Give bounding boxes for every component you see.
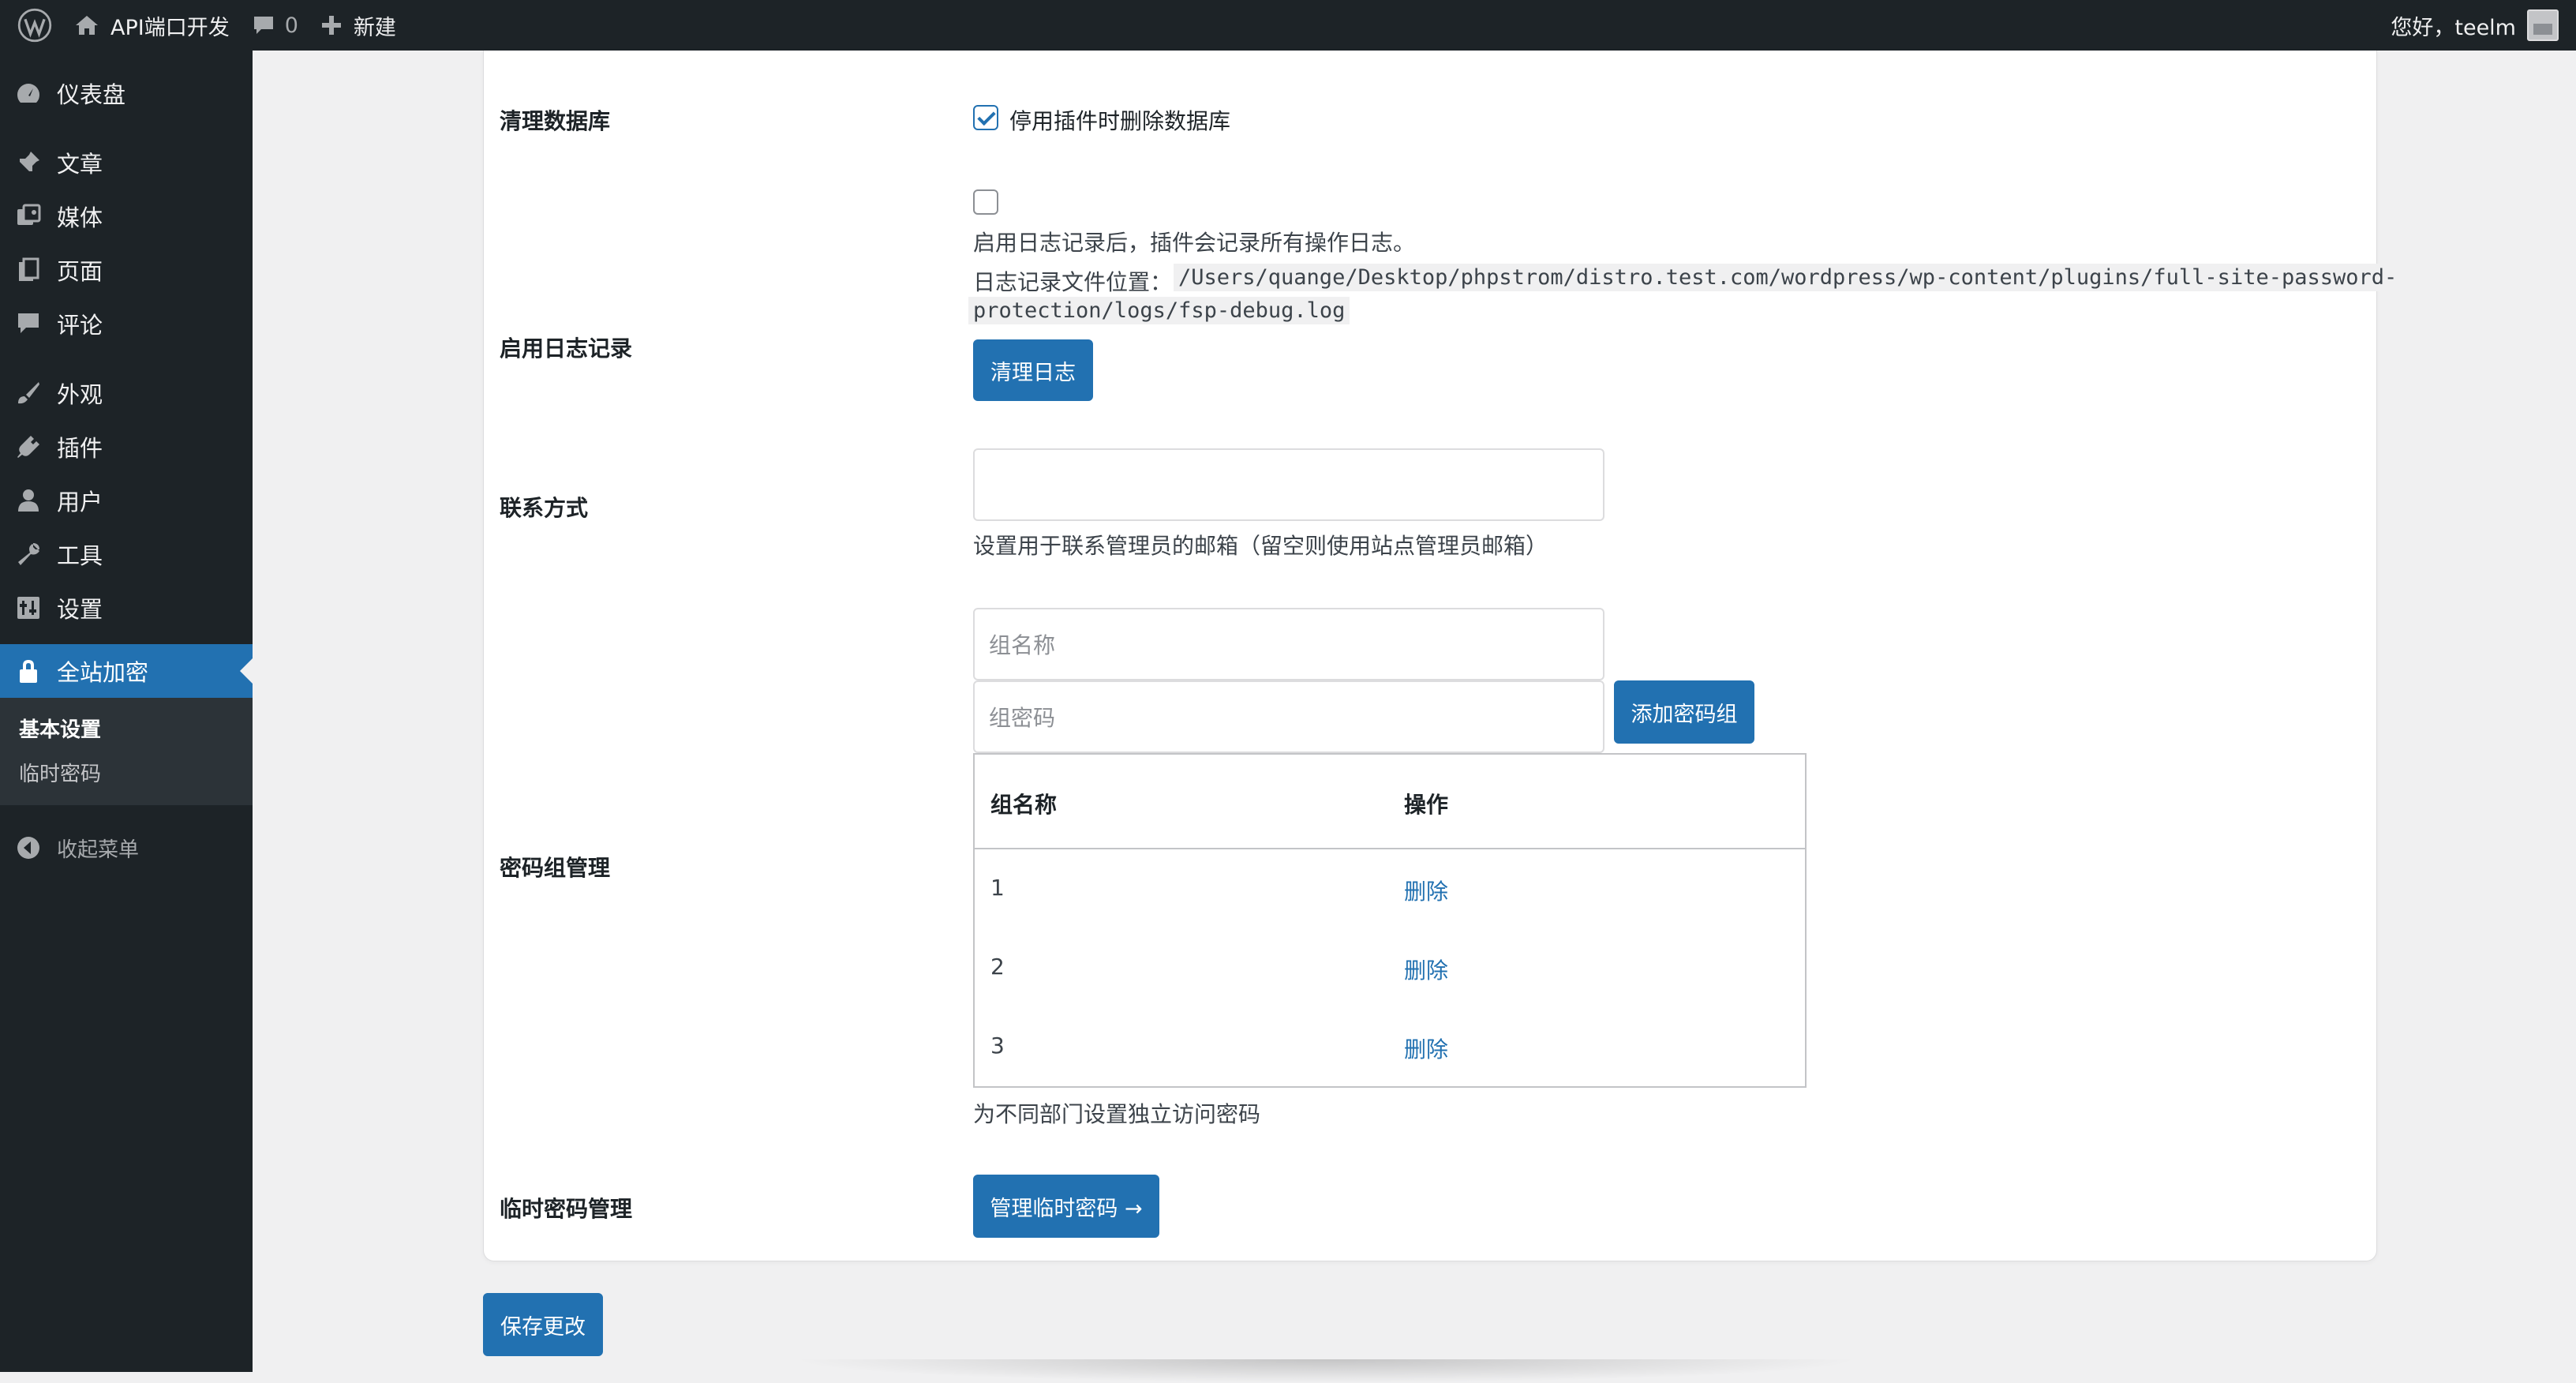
sidebar-item-tools[interactable]: 工具 [0,527,253,581]
sidebar-item-site-encryption[interactable]: 全站加密 [0,644,253,698]
my-account-link[interactable]: 您好，teelm [2379,0,2570,51]
contact-email-input[interactable] [973,448,1604,521]
log-path-line1: /Users/quange/Desktop/phpstrom/distro.te… [1174,264,2402,291]
password-groups-label: 密码组管理 [500,855,611,881]
sidebar-item-label: 页面 [57,258,103,285]
bottom-shadow [789,1359,1863,1383]
greeting: 您好，teelm [2391,15,2516,40]
log-path-label: 日志记录文件位置： [973,269,1173,295]
delete-group-link[interactable]: 删除 [1404,1033,1448,1064]
submenu: 基本设置 临时密码 [0,698,253,805]
lock-icon [20,660,37,683]
collapse-arrow-icon [17,837,39,859]
logging-description: 启用日志记录后，插件会记录所有操作日志。 [973,230,1416,256]
temp-password-label: 临时密码管理 [500,1196,633,1222]
group-name-input[interactable]: 组名称 [973,608,1604,680]
manage-temp-password-button[interactable]: 管理临时密码 → [973,1175,1159,1238]
comments-link[interactable]: 0 [241,0,309,51]
column-header-action: 操作 [1404,792,1449,818]
sidebar-item-settings[interactable]: 设置 [0,581,253,635]
sidebar-item-label: 外观 [57,381,103,408]
sidebar-item-label: 用户 [57,489,103,515]
settings-panel: 清理数据库 停用插件时删除数据库 启用日志记录 启用日志记录后，插件会记录所有操… [483,51,2402,1261]
site-name: API端口开发 [110,15,230,40]
sidebar-item-label: 工具 [57,542,103,569]
group-password-input[interactable]: 组密码 [973,680,1604,753]
collapse-menu-button[interactable]: 收起菜单 [0,821,253,875]
collapse-menu-label: 收起菜单 [57,838,140,862]
group-name-cell: 2 [990,954,1005,980]
plugin-icon [17,436,39,458]
settings-icon [17,597,39,619]
add-password-group-button[interactable]: 添加密码组 [1614,680,1754,744]
new-label: 新建 [353,15,396,40]
plus-icon [321,16,341,35]
table-header: 组名称 操作 [975,755,1805,849]
submenu-item-temp-password[interactable]: 临时密码 [19,758,101,787]
admin-bar: API端口开发 0 新建 您好，teelm [0,0,2576,51]
sidebar-item-posts[interactable]: 文章 [0,136,253,189]
brush-icon [18,382,39,404]
sidebar-item-label: 文章 [57,151,103,178]
comment-icon [18,313,39,333]
delete-group-link[interactable]: 删除 [1404,875,1448,906]
sidebar-item-label: 媒体 [57,204,103,231]
logging-label: 启用日志记录 [500,335,633,362]
sidebar-item-pages[interactable]: 页面 [0,243,253,297]
sidebar-item-comments[interactable]: 评论 [0,297,253,350]
comment-icon [253,17,273,34]
logging-checkbox[interactable] [973,189,998,215]
sidebar-item-label: 评论 [57,312,103,339]
media-icon [17,204,41,225]
cleanup-db-label: 清理数据库 [500,108,611,134]
table-row: 1 删除 [975,851,1805,930]
admin-sidebar: 仪表盘 文章 媒体 页面 评论 外观 插件 用户 工具 设置 全站加密 基本设置… [0,51,253,1372]
cleanup-db-checkbox-label: 停用插件时删除数据库 [1009,108,1231,134]
page-icon [19,257,39,281]
sidebar-item-dashboard[interactable]: 仪表盘 [0,66,253,120]
dashboard-icon [17,84,39,103]
column-header-group-name: 组名称 [990,792,1058,818]
wordpress-logo-icon [17,8,52,43]
wrench-icon [18,543,39,565]
pin-icon [18,152,39,173]
delete-group-link[interactable]: 删除 [1404,954,1448,985]
save-changes-button[interactable]: 保存更改 [483,1293,603,1356]
contact-description: 设置用于联系管理员的邮箱（留空则使用站点管理员邮箱） [973,533,1548,559]
wordpress-logo-button[interactable] [0,0,63,51]
sidebar-item-plugins[interactable]: 插件 [0,420,253,474]
sidebar-item-label: 全站加密 [57,659,149,686]
clear-log-button[interactable]: 清理日志 [973,339,1093,401]
log-path-line2: protection/logs/fsp-debug.log [968,297,1350,324]
user-icon [18,489,39,512]
contact-label: 联系方式 [500,495,589,521]
sidebar-item-appearance[interactable]: 外观 [0,366,253,420]
sidebar-item-label: 插件 [57,435,103,462]
password-groups-description: 为不同部门设置独立访问密码 [973,1101,1261,1127]
table-row: 2 删除 [975,930,1805,1009]
site-name-link[interactable]: API端口开发 [63,0,241,51]
sidebar-item-media[interactable]: 媒体 [0,189,253,243]
sidebar-item-label: 仪表盘 [57,81,126,108]
group-name-cell: 3 [990,1033,1005,1059]
group-name-cell: 1 [990,875,1005,901]
cleanup-db-checkbox[interactable] [973,105,998,130]
home-icon [76,16,98,35]
avatar [2527,9,2559,41]
submenu-item-basic-settings[interactable]: 基本设置 [19,714,101,743]
table-row: 3 删除 [975,1009,1805,1088]
new-content-link[interactable]: 新建 [309,0,407,51]
sidebar-item-label: 设置 [57,596,103,623]
password-groups-table: 组名称 操作 1 删除 2 删除 3 删除 [973,753,1807,1088]
sidebar-item-users[interactable]: 用户 [0,474,253,527]
comments-count: 0 [284,13,298,38]
